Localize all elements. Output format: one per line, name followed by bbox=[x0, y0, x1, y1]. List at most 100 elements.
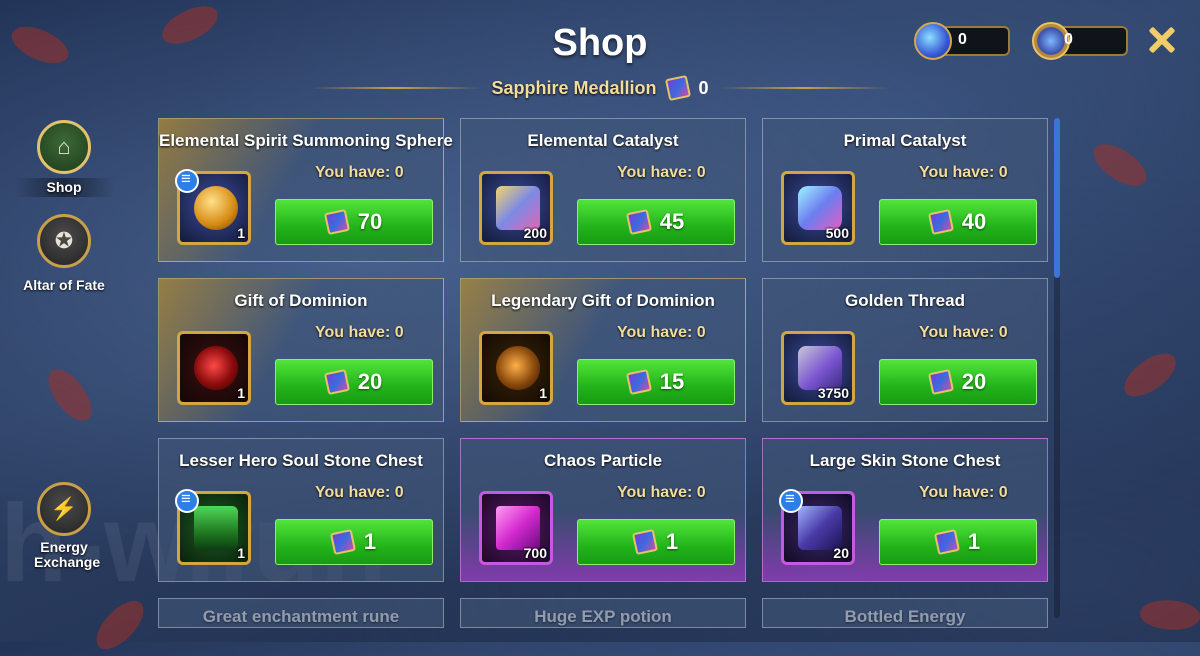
lightning-icon: ⚡ bbox=[50, 496, 78, 521]
star-icon: ✪ bbox=[54, 228, 74, 253]
sidebar-item-label: Altar of Fate bbox=[23, 277, 105, 293]
item-name: Large Skin Stone Chest bbox=[809, 451, 1001, 470]
shop-card: Great enchantment rune bbox=[158, 598, 444, 628]
shop-card: Elemental Spirit Summoning Sphere You ha… bbox=[158, 118, 453, 262]
shop-card: Legendary Gift of Dominion You have: 0 1… bbox=[460, 278, 746, 422]
chest-icon bbox=[194, 506, 238, 550]
medallion-icon bbox=[329, 528, 356, 556]
shop-card: Golden Thread You have: 0 3750 20 bbox=[762, 278, 1048, 422]
medallion-icon bbox=[927, 368, 954, 396]
item-quantity: 1 bbox=[237, 385, 245, 401]
item-name: Chaos Particle bbox=[543, 451, 663, 470]
item-name: Elemental Spirit Summoning Sphere bbox=[159, 131, 453, 150]
price: 40 bbox=[961, 209, 987, 234]
lightning-icon-circle: ⚡ bbox=[37, 482, 91, 536]
item-thumbnail[interactable]: 1 bbox=[479, 331, 553, 405]
crystal-icon bbox=[914, 22, 952, 60]
buy-button[interactable]: 1 bbox=[275, 519, 433, 565]
buy-button[interactable]: 15 bbox=[577, 359, 735, 405]
item-name: Bottled Energy bbox=[844, 607, 966, 626]
medal-currency[interactable]: 0 bbox=[1032, 22, 1128, 60]
page-title: Shop bbox=[552, 22, 648, 64]
price: 1 bbox=[967, 529, 981, 554]
background-leaf bbox=[1137, 595, 1200, 635]
medallion-icon bbox=[933, 528, 960, 556]
buy-button[interactable]: 20 bbox=[879, 359, 1037, 405]
shop-card: Huge EXP potion bbox=[460, 598, 746, 628]
owned-count: You have: 0 bbox=[315, 484, 404, 501]
item-name: Lesser Hero Soul Stone Chest bbox=[179, 451, 423, 470]
medallion-icon bbox=[631, 528, 658, 556]
sidebar-item-label: Energy Exchange bbox=[34, 539, 101, 570]
price: 1 bbox=[665, 529, 679, 554]
item-thumbnail[interactable]: 500 bbox=[781, 171, 855, 245]
sidebar-item-shop[interactable]: ⌂ Shop bbox=[14, 120, 114, 197]
price: 45 bbox=[659, 209, 685, 234]
shop-card: Elemental Catalyst You have: 0 200 45 bbox=[460, 118, 746, 262]
item-thumbnail[interactable]: 700 bbox=[479, 491, 553, 565]
sphere-icon bbox=[194, 186, 238, 230]
medallion-icon bbox=[323, 208, 350, 236]
background-leaf bbox=[1116, 347, 1184, 403]
buy-button[interactable]: 1 bbox=[577, 519, 735, 565]
medallion-icon bbox=[927, 208, 954, 236]
item-thumbnail[interactable]: 3750 bbox=[781, 331, 855, 405]
owned-count: You have: 0 bbox=[919, 324, 1008, 341]
shop-icon: ⌂ bbox=[57, 134, 71, 159]
medallion-icon bbox=[323, 368, 350, 396]
info-icon[interactable] bbox=[175, 169, 199, 193]
background-leaf bbox=[42, 361, 98, 429]
buy-button[interactable]: 70 bbox=[275, 199, 433, 245]
buy-button[interactable]: 20 bbox=[275, 359, 433, 405]
scrollbar-thumb[interactable] bbox=[1054, 118, 1060, 278]
close-button[interactable] bbox=[1146, 24, 1178, 56]
item-name: Huge EXP potion bbox=[534, 607, 672, 626]
crystal-currency[interactable]: 0 bbox=[914, 22, 1010, 60]
price: 1 bbox=[363, 529, 377, 554]
medal-count: 0 bbox=[1064, 31, 1073, 48]
catalyst-icon bbox=[496, 186, 540, 230]
background-leaf bbox=[1087, 134, 1153, 196]
item-quantity: 3750 bbox=[817, 385, 849, 401]
info-icon[interactable] bbox=[175, 489, 199, 513]
buy-button[interactable]: 40 bbox=[879, 199, 1037, 245]
owned-count: You have: 0 bbox=[919, 164, 1008, 181]
primal-catalyst-icon bbox=[798, 186, 842, 230]
medallion-icon bbox=[625, 368, 652, 396]
medallion-icon bbox=[664, 74, 691, 102]
item-quantity: 200 bbox=[523, 225, 547, 241]
golden-thread-icon bbox=[798, 346, 842, 390]
item-name: Elemental Catalyst bbox=[527, 131, 679, 150]
sidebar-item-energy-exchange[interactable]: ⚡ Energy Exchange bbox=[14, 482, 114, 570]
dominion-orb-icon bbox=[194, 346, 238, 390]
divider bbox=[718, 87, 889, 89]
info-icon[interactable] bbox=[779, 489, 803, 513]
buy-button[interactable]: 45 bbox=[577, 199, 735, 245]
item-thumbnail[interactable]: 200 bbox=[479, 171, 553, 245]
item-thumbnail[interactable]: 1 bbox=[177, 331, 251, 405]
owned-count: You have: 0 bbox=[315, 324, 404, 341]
medallion-count: 0 bbox=[698, 77, 709, 98]
price: 20 bbox=[961, 369, 987, 394]
sidebar-item-altar-of-fate[interactable]: ✪ Altar of Fate bbox=[14, 214, 114, 293]
buy-button[interactable]: 1 bbox=[879, 519, 1037, 565]
item-quantity: 700 bbox=[523, 545, 547, 561]
shop-grid: Elemental Spirit Summoning Sphere You ha… bbox=[158, 118, 1048, 642]
item-name: Legendary Gift of Dominion bbox=[491, 291, 715, 310]
shop-card: Large Skin Stone Chest You have: 0 20 1 bbox=[762, 438, 1048, 582]
item-name: Gift of Dominion bbox=[234, 291, 368, 310]
owned-count: You have: 0 bbox=[315, 164, 404, 181]
item-name: Great enchantment rune bbox=[202, 607, 400, 626]
item-quantity: 20 bbox=[833, 545, 849, 561]
price: 15 bbox=[659, 369, 685, 394]
price: 70 bbox=[357, 209, 383, 234]
medallion-label: Sapphire Medallion bbox=[491, 77, 657, 98]
owned-count: You have: 0 bbox=[617, 324, 706, 341]
shop-card: Lesser Hero Soul Stone Chest You have: 0… bbox=[158, 438, 444, 582]
item-quantity: 500 bbox=[825, 225, 849, 241]
divider bbox=[311, 87, 482, 89]
item-quantity: 1 bbox=[237, 225, 245, 241]
owned-count: You have: 0 bbox=[617, 484, 706, 501]
shop-card: Primal Catalyst You have: 0 500 40 bbox=[762, 118, 1048, 262]
shop-card: Chaos Particle You have: 0 700 1 bbox=[460, 438, 746, 582]
